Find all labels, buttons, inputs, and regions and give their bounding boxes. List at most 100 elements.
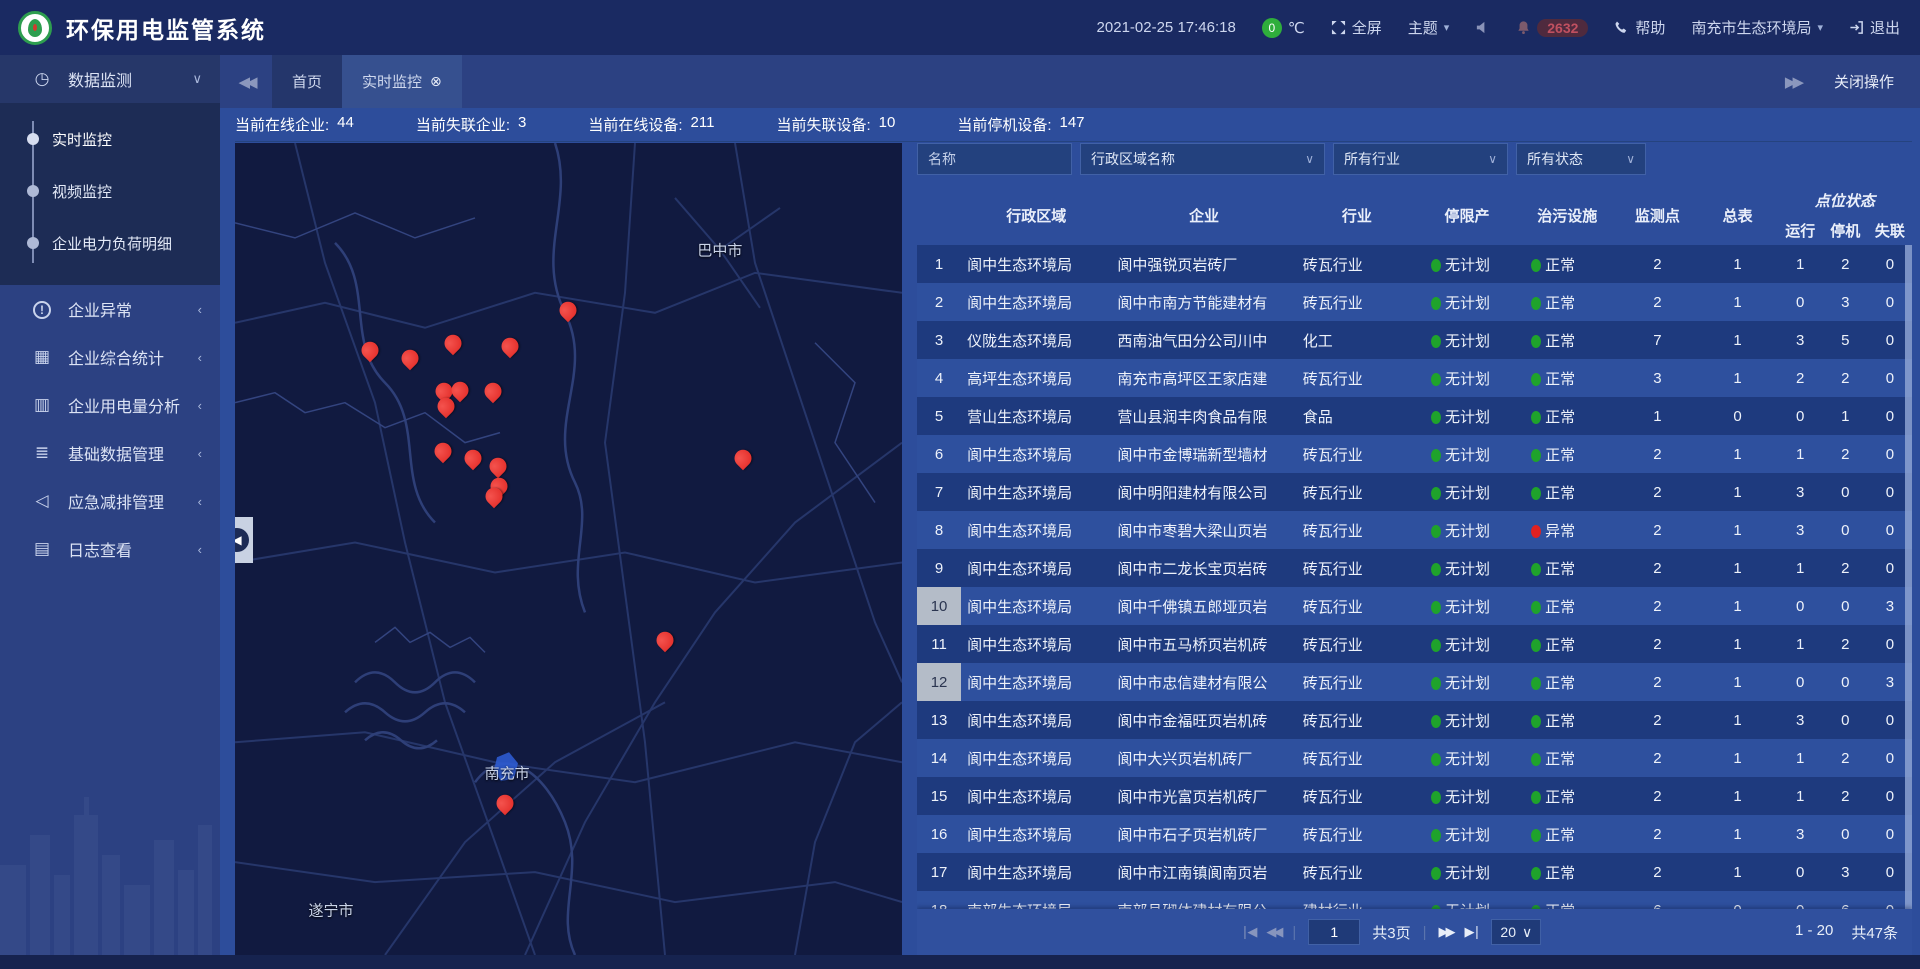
cell-facility: 正常 bbox=[1517, 663, 1617, 701]
cell-region: 高坪生态环境局 bbox=[961, 359, 1111, 397]
cell-points: 2 bbox=[1617, 435, 1697, 473]
row-number: 13 bbox=[917, 701, 961, 739]
sidebar-item-基础数据管理[interactable]: ≣基础数据管理‹ bbox=[0, 429, 220, 477]
region-filter-select[interactable]: 行政区域名称 ∨ bbox=[1080, 143, 1325, 175]
tabs-scroll-right-icon[interactable]: ▶▶ bbox=[1785, 73, 1800, 91]
sidebar-item-数据监测[interactable]: ◷数据监测∨ bbox=[0, 55, 220, 103]
status-dot-green bbox=[1431, 487, 1441, 500]
table-row[interactable]: 16 阆中生态环境局 阆中市石子页岩机砖厂 砖瓦行业 无计划 正常 2 1 3 … bbox=[917, 815, 1912, 853]
status-dot-green bbox=[1431, 525, 1441, 538]
sidebar-subitem-视频监控[interactable]: 视频监控 bbox=[0, 165, 220, 217]
table-row[interactable]: 12 阆中生态环境局 阆中市忠信建材有限公 砖瓦行业 无计划 正常 2 1 0 … bbox=[917, 663, 1912, 701]
cell-meter: 1 bbox=[1698, 435, 1778, 473]
cell-industry: 砖瓦行业 bbox=[1297, 815, 1417, 853]
cell-running: 3 bbox=[1778, 321, 1823, 359]
cell-company: 阆中市忠信建材有限公 bbox=[1111, 663, 1296, 701]
map-collapse-handle[interactable]: ◀ bbox=[235, 517, 253, 563]
sidebar-item-企业用电量分析[interactable]: ▥企业用电量分析‹ bbox=[0, 381, 220, 429]
row-number: 10 bbox=[917, 587, 961, 625]
fullscreen-icon bbox=[1331, 20, 1346, 35]
table-row[interactable]: 4 高坪生态环境局 南充市高坪区王家店建 砖瓦行业 无计划 正常 3 1 2 2… bbox=[917, 359, 1912, 397]
cell-running: 0 bbox=[1778, 663, 1823, 701]
name-filter-input[interactable] bbox=[917, 143, 1072, 175]
prev-page-icon[interactable]: ◀◀ bbox=[1266, 924, 1280, 940]
cell-running: 1 bbox=[1778, 625, 1823, 663]
row-number: 9 bbox=[917, 549, 961, 587]
row-number: 1 bbox=[917, 245, 961, 283]
cell-stopped: 0 bbox=[1823, 473, 1868, 511]
log-icon: ▤ bbox=[30, 539, 54, 559]
last-page-icon[interactable]: ▶❘ bbox=[1465, 924, 1480, 940]
map-panel[interactable]: ◀ 巴中市南充市遂宁市 bbox=[235, 143, 902, 955]
cell-plan: 无计划 bbox=[1417, 587, 1517, 625]
fullscreen-button[interactable]: 全屏 bbox=[1331, 17, 1382, 38]
table-row[interactable]: 11 阆中生态环境局 阆中市五马桥页岩机砖 砖瓦行业 无计划 正常 2 1 1 … bbox=[917, 625, 1912, 663]
table-row[interactable]: 10 阆中生态环境局 阆中千佛镇五郎垭页岩 砖瓦行业 无计划 正常 2 1 0 … bbox=[917, 587, 1912, 625]
status-filter-select[interactable]: 所有状态 ∨ bbox=[1516, 143, 1646, 175]
table-row[interactable]: 14 阆中生态环境局 阆中大兴页岩机砖厂 砖瓦行业 无计划 正常 2 1 1 2… bbox=[917, 739, 1912, 777]
stat-label: 当前失联设备: bbox=[776, 114, 870, 135]
cell-running: 3 bbox=[1778, 815, 1823, 853]
help-button[interactable]: 帮助 bbox=[1614, 17, 1665, 38]
sidebar-item-应急减排管理[interactable]: ◁应急减排管理‹ bbox=[0, 477, 220, 525]
cell-running: 0 bbox=[1778, 587, 1823, 625]
cell-stopped: 2 bbox=[1823, 435, 1868, 473]
status-dot-green bbox=[1531, 639, 1541, 652]
table-row[interactable]: 2 阆中生态环境局 阆中市南方节能建材有 砖瓦行业 无计划 正常 2 1 0 3… bbox=[917, 283, 1912, 321]
theme-dropdown[interactable]: 主题 ▾ bbox=[1408, 17, 1450, 38]
sidebar-item-企业异常[interactable]: !企业异常‹ bbox=[0, 285, 220, 333]
cell-stopped: 2 bbox=[1823, 625, 1868, 663]
notifications[interactable]: 2632 bbox=[1516, 19, 1588, 37]
sidebar-subitem-实时监控[interactable]: 实时监控 bbox=[0, 113, 220, 165]
col-plan: 停限产 bbox=[1417, 185, 1517, 245]
close-operations-button[interactable]: 关闭操作 bbox=[1834, 71, 1894, 92]
cell-facility: 正常 bbox=[1517, 283, 1617, 321]
page-size-select[interactable]: 20 ∨ bbox=[1491, 919, 1541, 945]
close-icon[interactable]: ⊗ bbox=[430, 73, 442, 90]
status-dot-green bbox=[1431, 449, 1441, 462]
cell-points: 2 bbox=[1617, 853, 1697, 891]
first-page-icon[interactable]: ❘◀ bbox=[1239, 924, 1254, 940]
stat-value: 211 bbox=[691, 114, 715, 135]
col-running: 运行 bbox=[1778, 215, 1823, 245]
stat-value: 44 bbox=[337, 114, 354, 135]
cell-industry: 食品 bbox=[1297, 397, 1417, 435]
stat-item-2: 当前在线设备:211 bbox=[588, 114, 714, 135]
table-row[interactable]: 3 仪陇生态环境局 西南油气田分公司川中 化工 无计划 正常 7 1 3 5 0 bbox=[917, 321, 1912, 359]
tab-home[interactable]: 首页 bbox=[272, 55, 342, 108]
table-row[interactable]: 15 阆中生态环境局 阆中市光富页岩机砖厂 砖瓦行业 无计划 正常 2 1 1 … bbox=[917, 777, 1912, 815]
cell-meter: 1 bbox=[1698, 245, 1778, 283]
cell-meter: 1 bbox=[1698, 701, 1778, 739]
sidebar-subitem-企业电力负荷明细[interactable]: 企业电力负荷明细 bbox=[0, 217, 220, 269]
table-row[interactable]: 7 阆中生态环境局 阆中明阳建材有限公司 砖瓦行业 无计划 正常 2 1 3 0… bbox=[917, 473, 1912, 511]
cell-stopped: 0 bbox=[1823, 663, 1868, 701]
chevron-left-icon: ‹ bbox=[198, 494, 202, 509]
logout-button[interactable]: 退出 bbox=[1849, 17, 1900, 38]
page-number-input[interactable] bbox=[1308, 919, 1360, 945]
next-page-icon[interactable]: ▶▶ bbox=[1439, 924, 1453, 940]
table-row[interactable]: 8 阆中生态环境局 阆中市枣碧大梁山页岩 砖瓦行业 无计划 异常 2 1 3 0… bbox=[917, 511, 1912, 549]
table-row[interactable]: 17 阆中生态环境局 阆中市江南镇阆南页岩 砖瓦行业 无计划 正常 2 1 0 … bbox=[917, 853, 1912, 891]
cell-region: 阆中生态环境局 bbox=[961, 777, 1111, 815]
table-row[interactable]: 13 阆中生态环境局 阆中市金福旺页岩机砖 砖瓦行业 无计划 正常 2 1 3 … bbox=[917, 701, 1912, 739]
table-row[interactable]: 6 阆中生态环境局 阆中市金博瑞新型墙材 砖瓦行业 无计划 正常 2 1 1 2… bbox=[917, 435, 1912, 473]
status-dot-green bbox=[1431, 829, 1441, 842]
cell-company: 阆中市金博瑞新型墙材 bbox=[1111, 435, 1296, 473]
mute-button[interactable] bbox=[1475, 20, 1490, 35]
sidebar-item-企业综合统计[interactable]: ▦企业综合统计‹ bbox=[0, 333, 220, 381]
tab-realtime-monitor[interactable]: 实时监控 ⊗ bbox=[342, 55, 462, 108]
table-scrollbar[interactable] bbox=[1905, 245, 1912, 909]
stat-label: 当前停机设备: bbox=[957, 114, 1051, 135]
table-row[interactable]: 1 阆中生态环境局 阆中强锐页岩砖厂 砖瓦行业 无计划 正常 2 1 1 2 0 bbox=[917, 245, 1912, 283]
cell-industry: 砖瓦行业 bbox=[1297, 283, 1417, 321]
table-row[interactable]: 9 阆中生态环境局 阆中市二龙长宝页岩砖 砖瓦行业 无计划 正常 2 1 1 2… bbox=[917, 549, 1912, 587]
org-dropdown[interactable]: 南充市生态环境局 ▾ bbox=[1691, 17, 1823, 38]
cell-meter: 1 bbox=[1698, 549, 1778, 587]
sidebar-item-日志查看[interactable]: ▤日志查看‹ bbox=[0, 525, 220, 573]
tabs-scroll-left-icon[interactable]: ◀◀ bbox=[220, 55, 272, 108]
notification-count-badge: 2632 bbox=[1537, 19, 1588, 37]
cell-points: 2 bbox=[1617, 511, 1697, 549]
industry-filter-select[interactable]: 所有行业 ∨ bbox=[1333, 143, 1508, 175]
table-row[interactable]: 5 营山生态环境局 营山县润丰肉食品有限 食品 无计划 正常 1 0 0 1 0 bbox=[917, 397, 1912, 435]
cell-running: 2 bbox=[1778, 359, 1823, 397]
